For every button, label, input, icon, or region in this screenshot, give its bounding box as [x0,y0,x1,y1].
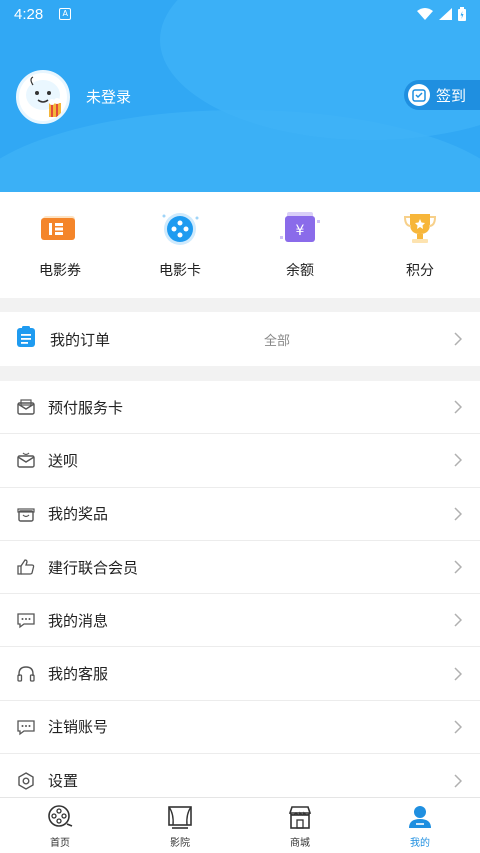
status-icons [417,7,466,21]
ticket-icon [37,208,83,248]
prize-icon [16,504,36,524]
chevron-right-icon [454,332,464,346]
mascot-avatar-icon [26,76,61,117]
nav-home[interactable]: 首页 [0,798,120,853]
menu-item-customer-service[interactable]: 我的客服 [0,647,480,701]
thumb-up-icon [16,557,36,577]
menu-label: 我的奖品 [48,505,109,524]
chevron-right-icon [454,400,464,414]
signal-icon [439,8,452,20]
settings-icon [16,771,36,791]
film-card-icon [157,208,203,248]
chevron-right-icon [454,720,464,734]
notification-icon: A [59,8,72,20]
avatar[interactable] [16,70,70,124]
my-orders-row[interactable]: 我的订单 全部 [0,312,480,366]
shop-icon [287,804,313,830]
theater-icon [167,804,193,830]
menu-list: 预付服务卡 送呗 我的奖品 建行联合会员 我的消息 我的客服 注销账号 设置 [0,381,480,808]
menu-item-prepaid-card[interactable]: 预付服务卡 [0,381,480,435]
asset-balance[interactable]: ¥ 余额 [240,192,360,298]
nav-shop[interactable]: 商城 [240,798,360,853]
profile-header: 4:28 A 未登录 签到 [0,0,480,192]
menu-label: 送呗 [48,451,79,470]
chevron-right-icon [454,560,464,574]
menu-label: 预付服务卡 [48,398,124,417]
chevron-right-icon [454,774,464,788]
menu-label: 我的客服 [48,665,109,684]
gift-mail-icon [16,450,36,470]
cancel-account-icon [16,717,36,737]
nav-label: 商城 [290,838,310,849]
user-icon [407,804,433,830]
bottom-navigation: 首页 影院 商城 我的 [0,797,480,853]
asset-points[interactable]: 积分 [360,192,480,298]
nav-mine[interactable]: 我的 [360,798,480,853]
wallet-icon: ¥ [277,208,323,248]
nav-label: 我的 [410,838,430,849]
menu-item-send[interactable]: 送呗 [0,434,480,488]
menu-label: 我的消息 [48,611,109,630]
battery-icon [458,7,466,21]
asset-label: 积分 [406,263,434,279]
message-icon [16,610,36,630]
wifi-icon [417,8,433,20]
asset-movie-card[interactable]: 电影卡 [120,192,240,298]
asset-label: 电影卡 [159,263,201,279]
menu-item-ccb-membership[interactable]: 建行联合会员 [0,541,480,595]
svg-text:¥: ¥ [296,223,305,239]
film-reel-icon [47,804,73,830]
menu-item-cancel-account[interactable]: 注销账号 [0,701,480,755]
orders-all-link[interactable]: 全部 [264,330,290,349]
nav-cinema[interactable]: 影院 [120,798,240,853]
asset-label: 余额 [286,263,314,279]
menu-label: 建行联合会员 [48,558,139,577]
checkin-label: 签到 [436,86,467,105]
menu-item-prizes[interactable]: 我的奖品 [0,488,480,541]
menu-label: 设置 [48,772,79,791]
chevron-right-icon [454,507,464,521]
asset-label: 电影券 [39,263,81,279]
chevron-right-icon [454,667,464,681]
prepaid-card-icon [16,397,36,417]
order-list-icon [16,326,36,352]
chevron-right-icon [454,613,464,627]
nav-label: 首页 [50,838,70,849]
orders-title: 我的订单 [50,330,111,349]
login-status[interactable]: 未登录 [86,86,131,107]
status-bar: 4:28 A [0,0,480,28]
menu-label: 注销账号 [48,718,109,737]
calendar-check-icon [408,84,430,106]
menu-item-messages[interactable]: 我的消息 [0,594,480,648]
headset-icon [16,664,36,684]
asset-movie-voucher[interactable]: 电影券 [0,192,120,298]
checkin-button[interactable]: 签到 [404,80,480,110]
chevron-right-icon [454,453,464,467]
status-time: 4:28 [14,5,44,23]
trophy-icon [397,208,443,248]
nav-label: 影院 [170,838,190,849]
assets-row: 电影券 电影卡 ¥ 余额 积分 [0,192,480,298]
